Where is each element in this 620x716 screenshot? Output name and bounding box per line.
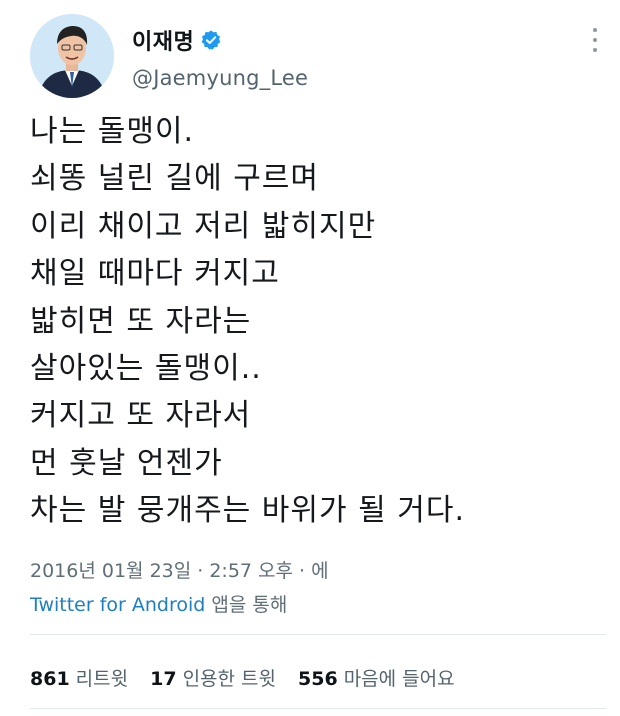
tweet-line: 밟히면 또 자라는	[30, 303, 252, 339]
author-name-text: 이재명	[132, 30, 195, 55]
tweet-line: 나는 돌맹이.	[30, 114, 195, 149]
tweet-line: 쇠똥 널린 길에 구르며	[30, 161, 320, 197]
divider	[30, 708, 606, 709]
tweet-line: 살아있는 돌맹이..	[30, 351, 262, 387]
author-handle[interactable]: @Jaemyung_Lee	[132, 66, 308, 90]
verified-badge-icon	[201, 30, 221, 50]
likes-count: 556	[298, 668, 338, 690]
avatar[interactable]	[30, 14, 114, 98]
quotes-count: 17	[150, 668, 177, 690]
tweet-timestamp[interactable]: 2016년 01월 23일 · 2:57 오후 · 에	[30, 556, 329, 583]
tweet-line: 먼 훗날 언젠가	[30, 445, 223, 481]
tweet-source: Twitter for Android 앱을 통해	[30, 590, 287, 617]
more-options-icon[interactable]	[585, 24, 605, 56]
quotes-stat[interactable]: 17 인용한 트윗	[150, 664, 276, 691]
tweet-card: 이재명 @Jaemyung_Lee 나는 돌맹이. 쇠똥 널린 길에 구르며 이…	[0, 0, 620, 716]
retweets-count: 861	[30, 668, 70, 690]
author-name[interactable]: 이재명	[132, 24, 222, 56]
tweet-line: 커지고 또 자라서	[30, 398, 252, 434]
tweet-line: 차는 발 뭉개주는 바위가 될 거다.	[30, 493, 466, 529]
retweets-label: 리트윗	[75, 668, 129, 690]
likes-stat[interactable]: 556 마음에 들어요	[298, 664, 455, 691]
source-link[interactable]: Twitter for Android	[30, 594, 205, 616]
quotes-label: 인용한 트윗	[182, 668, 277, 690]
tweet-line: 채일 때마다 커지고	[30, 256, 280, 292]
divider	[30, 634, 606, 635]
tweet-stats: 861 리트윗 17 인용한 트윗 556 마음에 들어요	[30, 664, 455, 691]
retweets-stat[interactable]: 861 리트윗	[30, 664, 128, 691]
source-suffix: 앱을 통해	[205, 594, 288, 616]
likes-label: 마음에 들어요	[343, 668, 455, 690]
avatar-portrait-icon	[30, 14, 114, 98]
tweet-text: 나는 돌맹이. 쇠똥 널린 길에 구르며 이리 채이고 저리 밟히지만 채일 때…	[30, 108, 600, 535]
tweet-line: 이리 채이고 저리 밟히지만	[30, 208, 377, 244]
